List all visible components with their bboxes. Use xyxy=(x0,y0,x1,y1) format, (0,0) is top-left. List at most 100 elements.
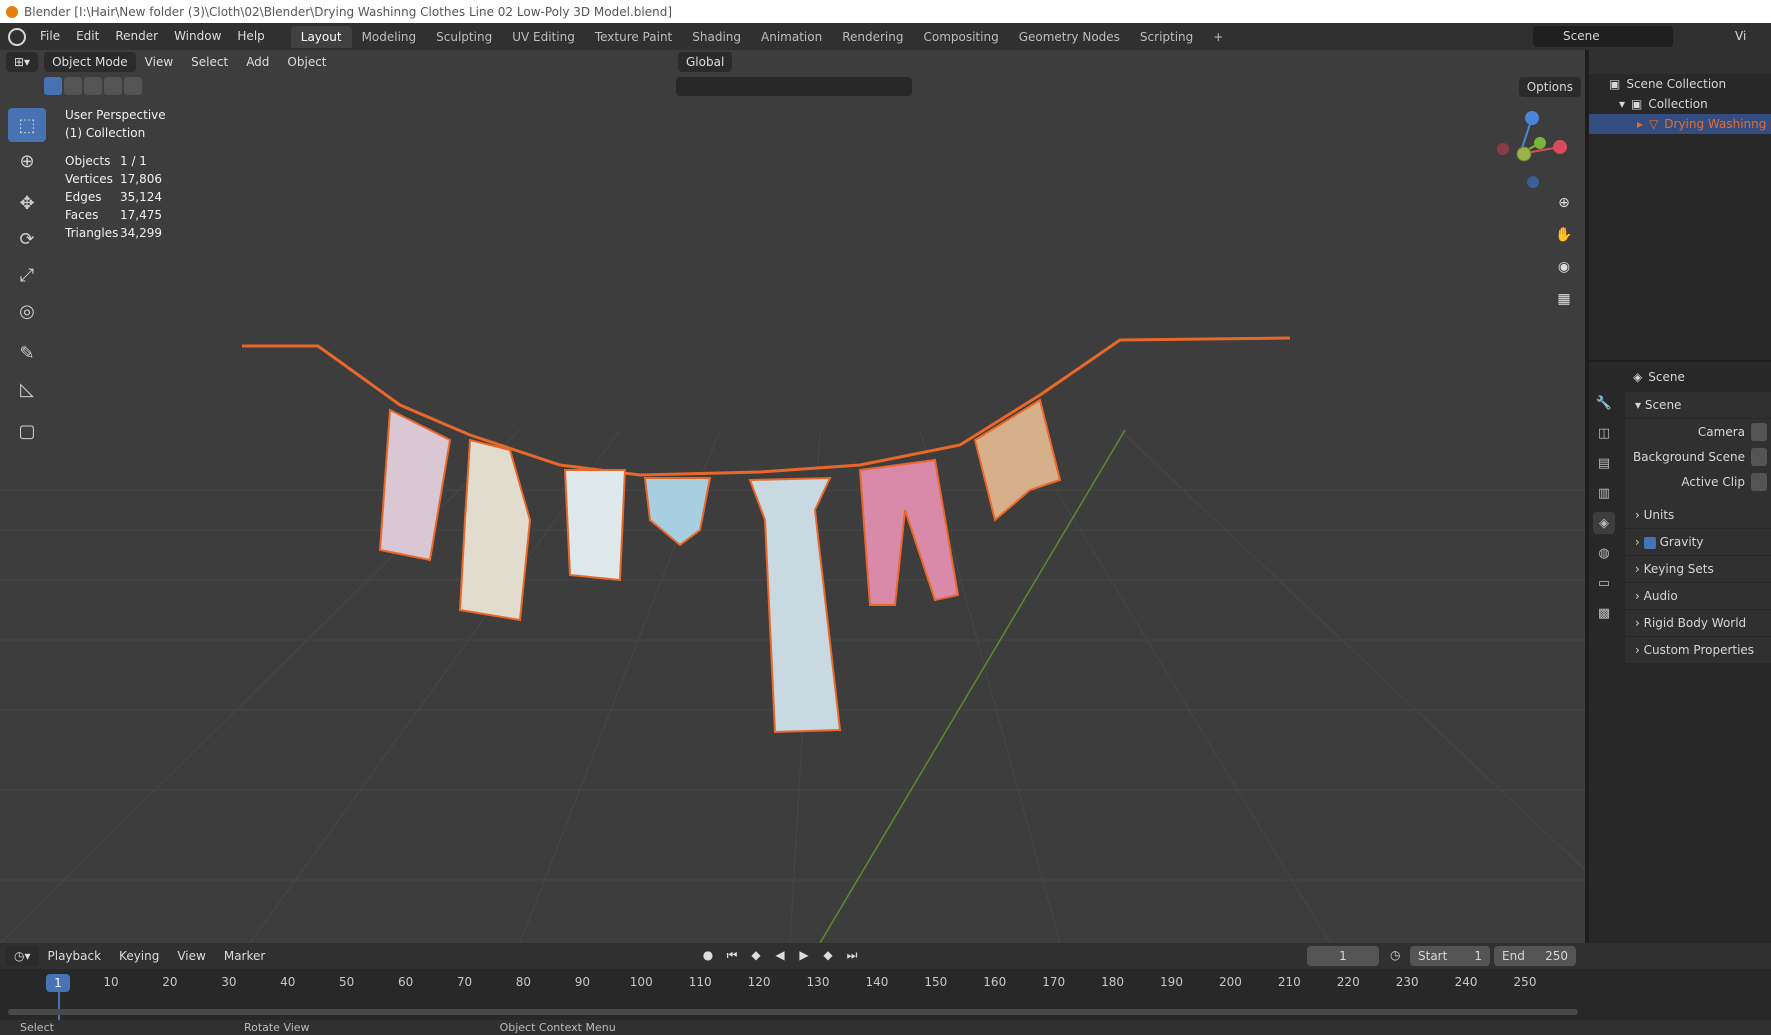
view-layer-name: Vi xyxy=(1735,29,1747,43)
next-keyframe-icon[interactable]: ◆ xyxy=(820,947,836,963)
outliner-collection[interactable]: ▾ ▣ Collection xyxy=(1589,94,1771,114)
tab-texture-paint[interactable]: Texture Paint xyxy=(585,26,682,48)
panel-gravity[interactable]: › Gravity xyxy=(1625,529,1771,556)
tab-sculpting[interactable]: Sculpting xyxy=(426,26,502,48)
disclosure-down-icon[interactable]: ▾ xyxy=(1619,94,1625,114)
panel-units[interactable]: › Units xyxy=(1625,502,1771,529)
ortho-grid-icon[interactable]: ▦ xyxy=(1551,286,1577,312)
record-icon[interactable]: ● xyxy=(700,947,716,963)
tab-compositing[interactable]: Compositing xyxy=(913,26,1008,48)
panel-rigid-body-world[interactable]: › Rigid Body World xyxy=(1625,610,1771,637)
panel-keying-sets[interactable]: › Keying Sets xyxy=(1625,556,1771,583)
panel-audio[interactable]: › Audio xyxy=(1625,583,1771,610)
disclosure-right-icon[interactable]: ▸ xyxy=(1637,114,1643,134)
scene-tab-icon[interactable]: ◈ xyxy=(1593,512,1615,534)
gravity-checkbox[interactable] xyxy=(1643,536,1656,549)
timeline-menu-marker[interactable]: Marker xyxy=(215,949,274,963)
orientation-gizmo[interactable] xyxy=(1497,111,1567,188)
rotate-tool-icon[interactable]: ⟳ xyxy=(8,222,46,256)
jump-end-icon[interactable]: ⏭ xyxy=(844,947,860,963)
blender-menu-icon[interactable] xyxy=(8,27,26,46)
select-invert-icon[interactable] xyxy=(104,77,122,95)
tab-rendering[interactable]: Rendering xyxy=(832,26,913,48)
pan-hand-icon[interactable]: ✋ xyxy=(1551,222,1577,248)
select-extend-icon[interactable] xyxy=(64,77,82,95)
render-tab-icon[interactable]: ◫ xyxy=(1593,422,1615,444)
current-frame-indicator[interactable]: 1 xyxy=(46,974,70,992)
clip-picker-icon[interactable] xyxy=(1751,472,1767,491)
annotate-tool-icon[interactable]: ✎ xyxy=(8,336,46,370)
current-frame-field[interactable]: 1 xyxy=(1307,946,1379,966)
tab-animation[interactable]: Animation xyxy=(751,26,832,48)
panel-custom-properties[interactable]: › Custom Properties xyxy=(1625,637,1771,664)
select-subtract-icon[interactable] xyxy=(84,77,102,95)
cursor-tool-icon[interactable]: ⊕ xyxy=(8,144,46,178)
3d-viewport[interactable]: ⊞▾ Object Mode View Select Add Object Gl… xyxy=(0,50,1585,943)
timeline-menu-view[interactable]: View xyxy=(168,949,214,963)
tab-scripting[interactable]: Scripting xyxy=(1130,26,1203,48)
timeline-menu-playback[interactable]: Playback xyxy=(39,949,111,963)
background-scene-field[interactable]: Background Scene xyxy=(1625,444,1771,469)
viewport-scene[interactable] xyxy=(0,50,1585,943)
transform-orientation-dropdown[interactable]: Global xyxy=(678,52,733,72)
outliner-scene-collection[interactable]: ▣ Scene Collection xyxy=(1589,74,1771,94)
tab-uv-editing[interactable]: UV Editing xyxy=(502,26,585,48)
active-clip-field[interactable]: Active Clip xyxy=(1625,469,1771,494)
viewport-menu-add[interactable]: Add xyxy=(237,55,278,69)
viewport-menu-select[interactable]: Select xyxy=(182,55,237,69)
camera-field[interactable]: Camera xyxy=(1625,419,1771,444)
tab-modeling[interactable]: Modeling xyxy=(352,26,427,48)
texture-tab-icon[interactable]: ▩ xyxy=(1593,602,1615,624)
timeline-editor-type[interactable]: ◷▾ xyxy=(6,946,39,966)
camera-view-icon[interactable]: ◉ xyxy=(1551,254,1577,280)
tab-layout[interactable]: Layout xyxy=(290,25,352,48)
ruler-tick: 160 xyxy=(983,975,1007,989)
play-icon[interactable]: ▶ xyxy=(796,947,812,963)
menu-render[interactable]: Render xyxy=(107,23,166,50)
scene-picker-icon[interactable] xyxy=(1751,447,1767,466)
scene-selector[interactable]: Scene xyxy=(1533,26,1673,47)
scale-tool-icon[interactable]: ⤢ xyxy=(8,258,46,292)
menu-window[interactable]: Window xyxy=(166,23,229,50)
tool-tab-icon[interactable]: 🔧 xyxy=(1593,392,1615,414)
world-tab-icon[interactable]: ◍ xyxy=(1593,542,1615,564)
transform-tool-icon[interactable]: ◎ xyxy=(8,294,46,328)
view-layer-tab-icon[interactable]: ▥ xyxy=(1593,482,1615,504)
timeline-editor: ◷▾ Playback Keying View Marker ● ⏮ ◆ ◀ ▶… xyxy=(0,943,1771,1021)
move-tool-icon[interactable]: ✥ xyxy=(8,186,46,220)
tab-geometry-nodes[interactable]: Geometry Nodes xyxy=(1009,26,1130,48)
viewport-menu-object[interactable]: Object xyxy=(278,55,335,69)
jump-start-icon[interactable]: ⏮ xyxy=(724,947,740,963)
select-box-tool-icon[interactable]: ⬚ xyxy=(8,108,46,142)
add-workspace-icon[interactable]: + xyxy=(1203,26,1233,48)
collection-tab-icon[interactable]: ▭ xyxy=(1593,572,1615,594)
view-layer-selector[interactable]: Vi xyxy=(1711,26,1771,47)
frame-ruler[interactable]: 1 10 20 30 40 50 60 70 80 90 100 110 120 130 140 150 160… xyxy=(0,971,1771,993)
measure-tool-icon[interactable]: ◺ xyxy=(8,372,46,406)
zoom-icon[interactable]: ⊕ xyxy=(1551,190,1577,216)
viewport-menu-view[interactable]: View xyxy=(136,55,182,69)
panel-scene[interactable]: ▾ Scene xyxy=(1625,392,1771,419)
prev-keyframe-icon[interactable]: ◆ xyxy=(748,947,764,963)
output-tab-icon[interactable]: ▤ xyxy=(1593,452,1615,474)
camera-picker-icon[interactable] xyxy=(1751,422,1767,441)
ruler-tick: 170 xyxy=(1042,975,1066,989)
tab-shading[interactable]: Shading xyxy=(682,26,751,48)
viewport-search-input[interactable] xyxy=(676,77,912,96)
add-cube-tool-icon[interactable]: ▢ xyxy=(8,414,46,448)
end-frame-field[interactable]: End 250 xyxy=(1494,946,1576,966)
menu-edit[interactable]: Edit xyxy=(68,23,107,50)
outliner-object[interactable]: ▸ ▽ Drying Washinng Cl xyxy=(1589,114,1771,134)
playhead-line[interactable] xyxy=(58,991,60,1021)
play-reverse-icon[interactable]: ◀ xyxy=(772,947,788,963)
timeline-scrollbar[interactable] xyxy=(8,1009,1578,1015)
menu-file[interactable]: File xyxy=(32,23,68,50)
options-dropdown[interactable]: Options xyxy=(1518,77,1581,97)
select-intersect-icon[interactable] xyxy=(124,77,142,95)
start-frame-field[interactable]: Start 1 xyxy=(1410,946,1490,966)
menu-help[interactable]: Help xyxy=(229,23,272,50)
timeline-menu-keying[interactable]: Keying xyxy=(110,949,168,963)
editor-type-dropdown[interactable]: ⊞▾ xyxy=(6,52,39,72)
select-new-icon[interactable] xyxy=(44,77,62,95)
object-mode-dropdown[interactable]: Object Mode xyxy=(44,52,136,72)
